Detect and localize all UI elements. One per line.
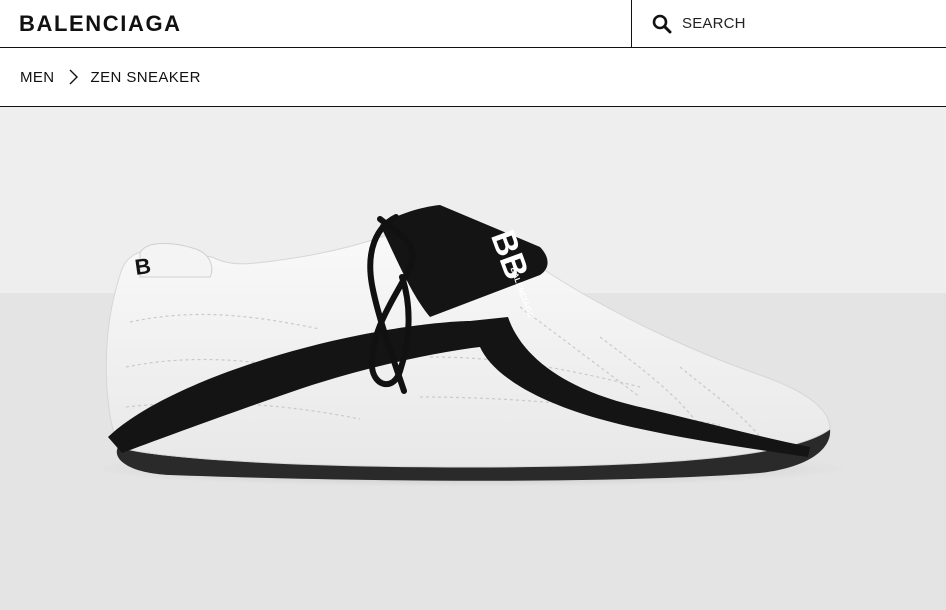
breadcrumb-current-page: ZEN SNEAKER [90,68,201,86]
chevron-right-icon [67,69,79,85]
breadcrumb-men-link[interactable]: MEN [20,69,55,86]
search-icon[interactable] [652,14,672,34]
brand-logo[interactable]: BALENCIAGA [0,0,632,47]
brand-name[interactable]: BALENCIAGA [19,11,182,37]
site-header: BALENCIAGA SEARCH [0,0,946,48]
product-image: B BB BALENCIAGA [0,107,946,610]
sneaker-illustration: B BB BALENCIAGA [90,205,850,487]
search-placeholder[interactable]: SEARCH [682,15,746,32]
search-bar[interactable]: SEARCH [632,0,946,47]
breadcrumb: MEN ZEN SNEAKER [0,48,946,107]
